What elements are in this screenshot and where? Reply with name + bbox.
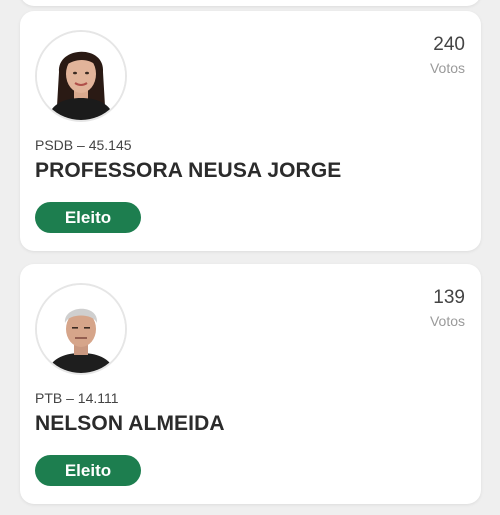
party-number: PSDB – 45.145 — [35, 137, 132, 153]
votes-count: 240 — [433, 34, 465, 55]
candidate-card[interactable]: 139 Votos PTB – 14.111 NELSON ALMEIDA El… — [20, 264, 481, 504]
candidate-card[interactable]: 240 Votos PSDB – 45.145 PROFESSORA NEUSA… — [20, 11, 481, 251]
votes-block: 139 Votos — [430, 287, 465, 331]
candidate-avatar — [35, 30, 127, 122]
results-list: 240 Votos PSDB – 45.145 PROFESSORA NEUSA… — [0, 0, 500, 515]
man-portrait-icon — [37, 285, 125, 373]
candidate-name: NELSON ALMEIDA — [35, 412, 225, 435]
woman-portrait-icon — [37, 32, 125, 120]
votes-label: Votos — [429, 313, 465, 329]
party-number: PTB – 14.111 — [35, 390, 119, 406]
candidate-avatar — [35, 283, 127, 375]
votes-label: Votos — [429, 60, 465, 76]
votes-block: 240 Votos — [430, 34, 465, 78]
candidate-name: PROFESSORA NEUSA JORGE — [35, 159, 342, 182]
status-badge: Eleito — [35, 202, 141, 233]
previous-candidate-card — [20, 0, 481, 6]
votes-count: 139 — [433, 287, 465, 308]
status-badge: Eleito — [35, 455, 141, 486]
